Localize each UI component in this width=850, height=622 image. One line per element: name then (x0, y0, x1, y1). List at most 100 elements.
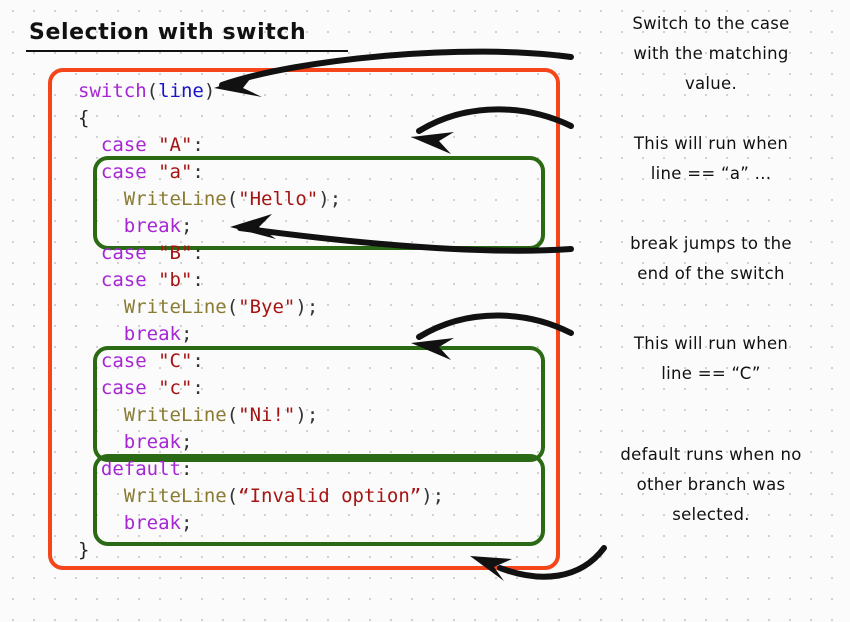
annotation-line: end of the switch (637, 264, 785, 283)
code-token: "B" (158, 242, 193, 264)
annotation-line: other branch was (636, 475, 786, 494)
code-line: case "A": (78, 132, 444, 159)
annotation-line: value. (684, 74, 738, 93)
code-token: : (180, 458, 193, 480)
code-token: "c" (158, 377, 193, 399)
code-token: “Invalid option” (238, 485, 422, 507)
code-token: WriteLine (123, 188, 227, 210)
code-token: ) (318, 188, 330, 210)
code-token: ; (306, 296, 319, 318)
code-line: WriteLine("Hello"); (78, 186, 444, 213)
annotation-line: line == “a” ... (650, 164, 772, 183)
code-token: ; (180, 431, 193, 453)
code-line: WriteLine("Bye"); (78, 294, 444, 321)
code-token: { (78, 107, 90, 129)
code-token: default (100, 458, 181, 480)
code-line: case "b": (78, 267, 444, 294)
code-token: case (100, 350, 159, 372)
code-token: ) (295, 296, 307, 318)
code-line: break; (78, 429, 444, 456)
code-token: "a" (158, 161, 193, 183)
annotation-default: default runs when no other branch was sele… (580, 440, 842, 530)
code-token: WriteLine (123, 485, 227, 507)
code-token: : (192, 134, 204, 156)
code-token: : (192, 350, 204, 372)
code-token: break (123, 215, 181, 237)
code-token: "C" (158, 350, 193, 372)
code-token: ; (180, 512, 193, 534)
code-token: : (192, 161, 204, 183)
code-line: case "C": (78, 348, 444, 375)
annotation-line: break jumps to the (630, 234, 792, 253)
code-token: ( (226, 188, 239, 210)
annotation-switch: Switch to the case with the matching value… (580, 9, 842, 99)
code-line: break; (78, 321, 444, 348)
code-token: WriteLine (123, 404, 227, 426)
code-token: "Ni!" (238, 404, 296, 426)
code-token: ) (203, 80, 216, 102)
annotation-case-a: This will run when line == “a” ... (580, 129, 842, 189)
code-token: ) (295, 404, 307, 426)
annotation-line: with the matching (633, 44, 789, 63)
code-token: break (123, 323, 181, 345)
diagram-canvas: Selection with switch switch(line) {cas… (0, 0, 850, 622)
code-token: WriteLine (123, 296, 227, 318)
arrow-to-default-icon (470, 545, 607, 581)
code-line: case "B": (78, 240, 444, 267)
code-token: break (123, 431, 181, 453)
code-block: switch(line){ case "A": case "a": WriteL… (78, 78, 444, 564)
code-token: break (123, 512, 181, 534)
code-token: case (100, 242, 159, 264)
code-line: case "a": (78, 159, 444, 186)
code-token: ; (329, 188, 342, 210)
code-token: line (158, 80, 204, 102)
code-token: : (192, 269, 204, 291)
code-token: ( (226, 296, 239, 318)
code-token: case (100, 134, 159, 156)
code-token: : (192, 377, 204, 399)
code-token: ; (180, 323, 193, 345)
code-token: ; (180, 215, 193, 237)
code-line: default: (78, 456, 444, 483)
code-token: ) (421, 485, 433, 507)
code-token: "Bye" (238, 296, 296, 318)
annotation-break: break jumps to the end of the switch (580, 229, 842, 289)
code-token: "A" (158, 134, 193, 156)
page-title: Selection with switch (29, 20, 307, 45)
code-token: switch (78, 80, 147, 102)
annotation-line: line == “C” (661, 364, 761, 383)
code-token: : (192, 242, 204, 264)
code-token: "Hello" (238, 188, 319, 210)
annotation-line: selected. (672, 505, 750, 524)
code-line: break; (78, 213, 444, 240)
annotation-case-c: This will run when line == “C” (580, 329, 842, 389)
code-token: case (100, 377, 159, 399)
code-token: "b" (158, 269, 193, 291)
code-line: } (78, 537, 444, 564)
annotation-line: Switch to the case (632, 14, 790, 33)
annotation-line: This will run when (633, 134, 789, 153)
code-token: case (100, 269, 159, 291)
code-line: break; (78, 510, 444, 537)
code-token: ; (432, 485, 445, 507)
code-token: } (78, 539, 90, 561)
annotation-line: This will run when (633, 334, 789, 353)
code-token: case (100, 161, 159, 183)
code-line: { (78, 105, 444, 132)
code-token: ( (146, 80, 159, 102)
code-line: WriteLine(“Invalid option”); (78, 483, 444, 510)
